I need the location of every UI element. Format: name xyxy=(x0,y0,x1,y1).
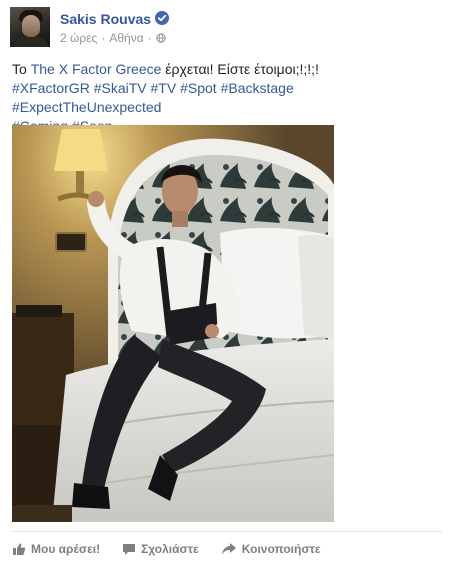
author-avatar[interactable] xyxy=(10,7,50,47)
hashtag-link[interactable]: #TV xyxy=(151,80,177,96)
like-button[interactable]: Μου αρέσει! xyxy=(12,542,100,556)
like-button-label: Μου αρέσει! xyxy=(31,542,101,556)
action-bar-divider xyxy=(12,531,442,532)
share-arrow-icon xyxy=(221,543,236,555)
share-button[interactable]: Κοινοποιήστε xyxy=(221,542,321,556)
hashtag-link[interactable]: #Spot xyxy=(180,80,217,96)
hashtag-link[interactable]: #SkaiTV xyxy=(94,80,147,96)
post-timestamp-link[interactable]: 2 ώρες xyxy=(60,31,97,45)
share-button-label: Κοινοποιήστε xyxy=(241,542,321,556)
meta-separator-2: · xyxy=(147,31,152,45)
post-location-link[interactable]: Αθήνα xyxy=(109,31,143,45)
comment-button[interactable]: Σχολιάστε xyxy=(122,542,199,556)
globe-icon[interactable] xyxy=(155,33,166,43)
post-action-bar: Μου αρέσει! Σχολιάστε Κοινοποιήστε xyxy=(12,538,321,560)
page-mention-link[interactable]: The X Factor Greece xyxy=(31,61,162,77)
hashtag-link[interactable]: #XFactorGR xyxy=(12,80,90,96)
comment-bubble-icon xyxy=(123,544,136,555)
photo-hotel-room-scene xyxy=(12,125,334,522)
comment-button-label: Σχολιάστε xyxy=(141,542,199,556)
post-photo[interactable] xyxy=(12,125,334,522)
meta-separator: · xyxy=(101,31,106,45)
hashtag-link[interactable]: #Backstage xyxy=(221,80,294,96)
verified-badge-icon xyxy=(155,11,169,25)
post-text-prefix: Το xyxy=(12,61,31,77)
facebook-post-card: Sakis Rouvas 2 ώρες · Αθήνα · Το The X F… xyxy=(0,0,453,564)
post-text-suffix: έρχεται! Είστε έτοιμοι;!;!;! xyxy=(161,61,319,77)
post-meta: 2 ώρες · Αθήνα · xyxy=(60,31,166,45)
author-name-link[interactable]: Sakis Rouvas xyxy=(60,11,151,27)
thumbs-up-icon xyxy=(13,543,26,555)
hashtag-link[interactable]: #ExpectTheUnexpected xyxy=(12,99,161,115)
